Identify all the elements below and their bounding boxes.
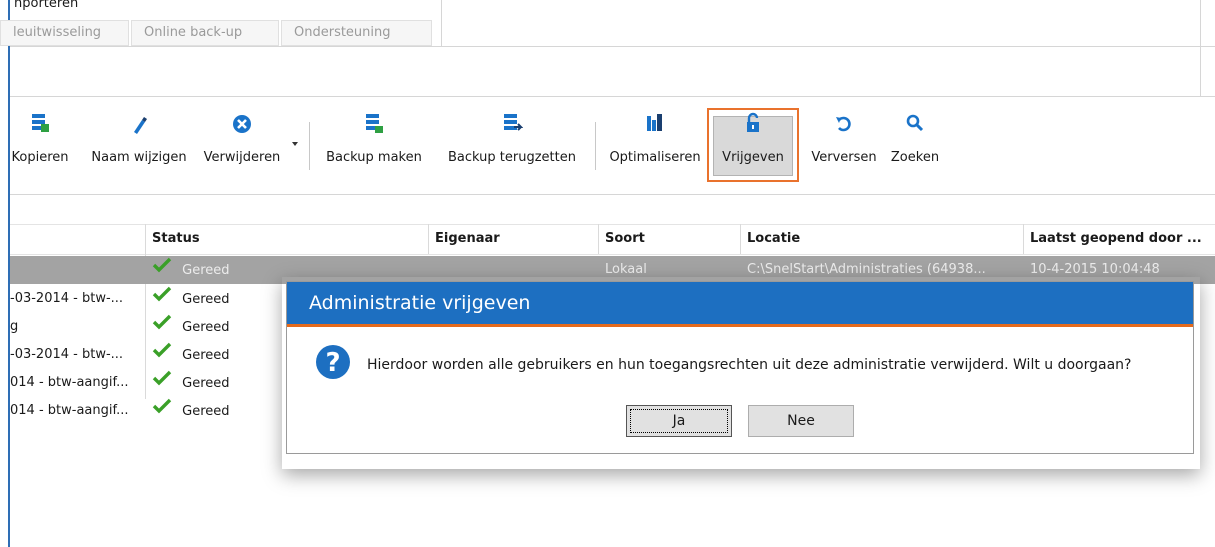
search-icon	[884, 112, 946, 138]
toolbar-separator	[595, 122, 596, 170]
column-header-status[interactable]: Status	[152, 224, 200, 254]
column-header-eigenaar[interactable]: Eigenaar	[435, 224, 500, 254]
svg-text:?: ?	[325, 348, 340, 378]
table-row-name[interactable]: -03-2014 - btw-...	[10, 341, 123, 369]
optimize-label: Optimaliseren	[609, 150, 701, 165]
grid-column-divider	[145, 224, 146, 399]
rename-label: Naam wijzigen	[91, 150, 187, 165]
grid-column-divider	[428, 224, 429, 254]
question-icon: ?	[315, 344, 351, 384]
delete-dropdown-arrow[interactable]	[292, 142, 298, 146]
table-row-name[interactable]: 014 - btw-aangif...	[10, 397, 129, 425]
check-icon	[152, 285, 172, 313]
column-header-soort[interactable]: Soort	[605, 224, 645, 254]
release-button[interactable]: Vrijgeven	[713, 112, 793, 178]
dialog-message: Hierdoor worden alle gebruikers en hun t…	[367, 357, 1132, 373]
check-icon	[152, 341, 172, 369]
table-row-status: Gereed	[152, 341, 230, 369]
confirm-dialog: Administratie vrijgeven ? Hierdoor worde…	[286, 281, 1194, 454]
table-row-status: Gereed	[152, 369, 230, 397]
check-icon	[152, 397, 172, 425]
refresh-button[interactable]: Verversen	[808, 112, 880, 178]
copy-database-icon	[4, 112, 76, 138]
backup-make-label: Backup maken	[326, 150, 422, 165]
grid-column-divider	[740, 224, 741, 254]
table-row-name[interactable]: -03-2014 - btw-...	[10, 285, 123, 313]
optimize-icon	[603, 112, 707, 138]
toolbar-bottom-divider	[10, 194, 1215, 195]
table-row-status: Gereed	[152, 313, 230, 341]
status-text: Gereed	[182, 375, 230, 391]
focus-rectangle	[630, 409, 728, 433]
delete-label: Verwijderen	[203, 150, 281, 165]
no-label: Nee	[787, 413, 815, 429]
status-text: Gereed	[182, 403, 230, 419]
dialog-title: Administratie vrijgeven	[287, 282, 1193, 324]
check-icon	[152, 369, 172, 397]
backup-restore-button[interactable]: Backup terugzetten	[438, 112, 586, 178]
status-text: Gereed	[182, 347, 230, 363]
table-row-name[interactable]: 014 - btw-aangif...	[10, 369, 129, 397]
check-icon	[152, 313, 172, 341]
refresh-icon	[808, 112, 880, 138]
ribbon-group-label: nporteren	[14, 0, 79, 11]
tab-gegevensuitwisseling[interactable]: leuitwisseling	[0, 20, 129, 46]
rename-button[interactable]: Naam wijzigen	[80, 112, 198, 178]
table-row-status: Gereed	[152, 285, 230, 313]
column-header-laatst-geopend[interactable]: Laatst geopend door ...	[1030, 224, 1202, 254]
column-header-locatie[interactable]: Locatie	[747, 224, 800, 254]
ribbon-tabs: leuitwisseling Online back-up Ondersteun…	[0, 20, 434, 46]
table-row-status: Gereed	[152, 256, 230, 284]
search-label: Zoeken	[890, 150, 940, 165]
table-row-name[interactable]: g	[10, 313, 18, 341]
backup-make-icon	[318, 112, 430, 138]
backup-make-button[interactable]: Backup maken	[318, 112, 430, 178]
yes-button[interactable]: Ja	[626, 405, 732, 437]
ribbon-right-edge	[1200, 0, 1201, 96]
optimize-button[interactable]: Optimaliseren	[603, 112, 707, 178]
unlock-icon	[713, 112, 793, 138]
dialog-title-accent	[287, 324, 1193, 327]
tab-online-backup[interactable]: Online back-up	[131, 20, 279, 46]
delete-button[interactable]: Verwijderen	[199, 112, 285, 178]
tab-ondersteuning[interactable]: Ondersteuning	[281, 20, 432, 46]
copy-button[interactable]: Kopieren	[4, 112, 76, 178]
status-text: Gereed	[182, 319, 230, 335]
tabs-divider	[441, 0, 442, 46]
refresh-label: Verversen	[811, 150, 877, 165]
ribbon-divider	[10, 46, 1215, 47]
toolbar-separator	[309, 122, 310, 170]
no-button[interactable]: Nee	[748, 405, 854, 437]
status-text: Gereed	[182, 262, 230, 278]
table-row-status: Gereed	[152, 397, 230, 425]
grid-header-bottom	[10, 254, 1215, 255]
grid-column-divider	[1023, 224, 1024, 254]
release-label: Vrijgeven	[722, 150, 784, 165]
status-text: Gereed	[182, 291, 230, 307]
search-button[interactable]: Zoeken	[884, 112, 946, 178]
grid-column-divider	[598, 224, 599, 254]
backup-restore-icon	[438, 112, 586, 138]
delete-circle-icon	[199, 112, 285, 138]
toolbar-top-divider	[10, 96, 1215, 97]
pencil-icon	[80, 112, 198, 138]
backup-restore-label: Backup terugzetten	[448, 150, 576, 165]
copy-label: Kopieren	[11, 150, 69, 165]
check-icon	[152, 256, 172, 284]
